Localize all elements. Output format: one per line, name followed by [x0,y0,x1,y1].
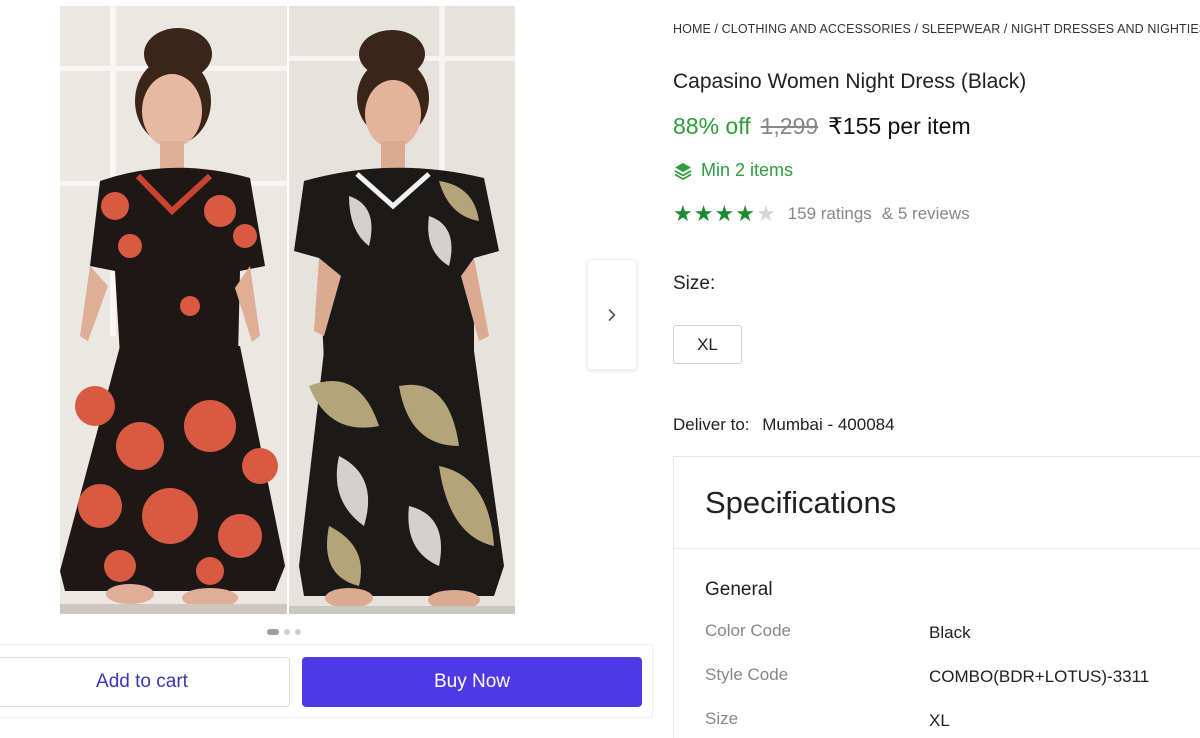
layers-icon [674,162,692,180]
pagination-dot[interactable] [284,629,290,635]
black-lotus-nightdress-photo[interactable] [289,6,515,614]
delivery-location[interactable]: Deliver to: Mumbai - 400084 [673,415,895,435]
gallery-pagination-dots [267,629,301,635]
spec-value: XL [929,711,950,730]
reviews-count: & 5 reviews [881,204,970,223]
add-to-cart-button[interactable]: Add to cart [0,657,290,707]
red-floral-nightdress-image [60,6,287,614]
star-filled-icon: ★ [693,201,714,226]
spec-key: Size [705,709,739,728]
spec-key: Color Code [705,621,791,640]
spec-value: Black [929,623,971,642]
deliver-to-value: Mumbai - 400084 [762,415,895,434]
star-filled-icon: ★ [735,201,755,226]
spec-key: Style Code [705,665,789,684]
spec-group-title: General [705,579,773,600]
ratings-count: 159 ratings [787,204,872,223]
next-image-button[interactable] [587,259,637,370]
size-option-xl[interactable]: XL [673,325,742,364]
breadcrumb-item-night-dresses[interactable]: NIGHT DRESSES AND NIGHTIES [1011,22,1200,36]
specifications-header: Specifications [674,457,1200,549]
specifications-title: Specifications [705,484,897,520]
breadcrumb-separator: / [914,22,922,36]
star-rating: ★ ★ ★ ★ ★ [673,203,776,225]
product-gallery: Add to cart Buy Now [0,0,655,738]
purchase-action-bar: Add to cart Buy Now [0,644,653,718]
breadcrumb: HOME / CLOTHING AND ACCESSORIES / SLEEPW… [673,22,1200,36]
selling-price: ₹155 per item [828,113,971,139]
pagination-dot[interactable] [267,629,279,635]
breadcrumb-item-clothing[interactable]: CLOTHING AND ACCESSORIES [722,22,911,36]
red-floral-nightdress-photo[interactable] [60,6,287,614]
min-items-badge: Min 2 items [673,160,793,181]
min-items-text: Min 2 items [701,160,794,180]
discount-percent: 88% off [673,113,751,139]
specifications-card: Specifications General Color Code Black … [673,456,1200,738]
star-filled-icon: ★ [714,201,735,226]
breadcrumb-item-sleepwear[interactable]: SLEEPWEAR [922,22,1001,36]
size-label: Size: [673,273,716,294]
buy-now-button[interactable]: Buy Now [302,657,642,707]
price-row: 88% off 1,299 ₹155 per item [673,113,971,140]
deliver-to-label: Deliver to: [673,415,750,434]
product-title: Capasino Women Night Dress (Black) [673,70,1027,93]
rating-row[interactable]: ★ ★ ★ ★ ★ 159 ratings & 5 reviews [673,203,970,225]
black-lotus-nightdress-image [289,6,515,614]
breadcrumb-separator: / [1003,22,1012,36]
spec-value: COMBO(BDR+LOTUS)-3311 [929,667,1150,686]
pagination-dot[interactable] [295,629,301,635]
product-details: HOME / CLOTHING AND ACCESSORIES / SLEEPW… [673,0,1200,738]
star-empty-icon: ★ [755,201,776,226]
chevron-right-icon [608,308,616,321]
star-filled-icon: ★ [673,201,693,226]
original-price: 1,299 [760,113,819,139]
breadcrumb-separator: / [714,22,722,36]
breadcrumb-item-home[interactable]: HOME [673,22,711,36]
